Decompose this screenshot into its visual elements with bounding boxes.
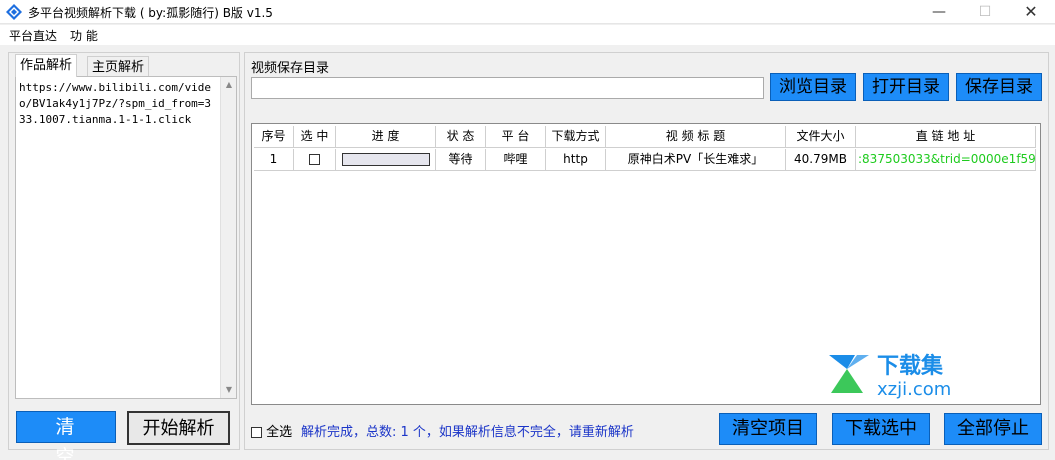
stop-all-button[interactable]: 全部停止: [944, 413, 1042, 445]
select-all-box[interactable]: [251, 427, 262, 438]
header-link[interactable]: 直 链 地 址: [856, 126, 1036, 148]
header-size[interactable]: 文件大小: [786, 126, 856, 148]
header-status[interactable]: 状 态: [436, 126, 486, 148]
tab-homepage-parse[interactable]: 主页解析: [87, 56, 150, 76]
tab-work-parse[interactable]: 作品解析: [15, 54, 78, 77]
menu-bar: 平台直达 功 能: [0, 25, 1055, 45]
row-progress-cell: [336, 149, 436, 171]
parse-panel: 作品解析 主页解析 https://www.bilibili.com/video…: [8, 52, 240, 460]
watermark-logo: 下载集 xzji.com: [829, 353, 951, 399]
save-dir-label: 视频保存目录: [251, 61, 330, 76]
save-dir-button[interactable]: 保存目录: [956, 73, 1042, 101]
download-selected-button[interactable]: 下载选中: [832, 413, 930, 445]
row-title: 原神白术PV「长生难求」: [606, 149, 786, 171]
app-logo-icon: [6, 4, 22, 20]
menu-functions[interactable]: 功 能: [70, 27, 98, 44]
header-platform[interactable]: 平 台: [486, 126, 546, 148]
close-button[interactable]: ✕: [1008, 0, 1054, 24]
header-select[interactable]: 选 中: [294, 126, 336, 148]
row-select-checkbox[interactable]: [309, 154, 320, 165]
parse-status-text: 解析完成，总数: 1 个，如果解析信息不完全，请重新解析: [301, 425, 634, 440]
select-all-label: 全选: [266, 425, 293, 440]
header-progress[interactable]: 进 度: [336, 126, 436, 148]
title-bar: 多平台视频解析下载 ( by:孤影随行) B版 v1.5 — ☐ ✕: [0, 0, 1055, 24]
browse-dir-button[interactable]: 浏览目录: [770, 73, 856, 101]
row-progress-bar: [341, 153, 430, 166]
window-title: 多平台视频解析下载 ( by:孤影随行) B版 v1.5: [28, 6, 273, 20]
row-method: http: [546, 149, 606, 171]
watermark-site: xzji.com: [877, 379, 951, 399]
open-dir-button[interactable]: 打开目录: [863, 73, 949, 101]
watermark-title: 下载集: [877, 353, 944, 379]
app-window: 多平台视频解析下载 ( by:孤影随行) B版 v1.5 — ☐ ✕ 平台直达 …: [0, 0, 1055, 460]
row-size: 40.79MB: [786, 149, 856, 171]
start-parse-button[interactable]: 开始解析: [127, 411, 230, 445]
header-index[interactable]: 序号: [254, 126, 294, 148]
header-method[interactable]: 下载方式: [546, 126, 606, 148]
row-link[interactable]: :837503033&trid=0000e1f598: [856, 149, 1036, 171]
minimize-button[interactable]: —: [916, 0, 962, 24]
row-index: 1: [254, 149, 294, 171]
row-status: 等待: [436, 149, 486, 171]
download-panel: 视频保存目录 浏览目录 打开目录 保存目录 序号 选 中 进 度 状 态 平 台…: [244, 52, 1049, 450]
scroll-down-icon[interactable]: ▼: [221, 382, 237, 398]
video-table[interactable]: 序号 选 中 进 度 状 态 平 台 下载方式 视 频 标 题 文件大小 直 链…: [251, 123, 1041, 405]
clear-items-button[interactable]: 清空项目: [719, 413, 817, 445]
url-text: https://www.bilibili.com/video/BV1ak4y1j…: [19, 81, 212, 126]
row-select-cell: [294, 149, 336, 171]
scroll-up-icon[interactable]: ▲: [221, 77, 237, 93]
row-platform: 哔哩: [486, 149, 546, 171]
header-title[interactable]: 视 频 标 题: [606, 126, 786, 148]
menu-platform-direct[interactable]: 平台直达: [9, 27, 57, 44]
select-all-checkbox[interactable]: 全选: [251, 421, 292, 440]
save-path-input[interactable]: [251, 77, 764, 99]
maximize-button[interactable]: ☐: [962, 0, 1008, 24]
url-textarea[interactable]: https://www.bilibili.com/video/BV1ak4y1j…: [15, 76, 237, 399]
url-scrollbar[interactable]: ▲ ▼: [220, 77, 236, 398]
clear-button[interactable]: 清 空: [16, 411, 116, 460]
